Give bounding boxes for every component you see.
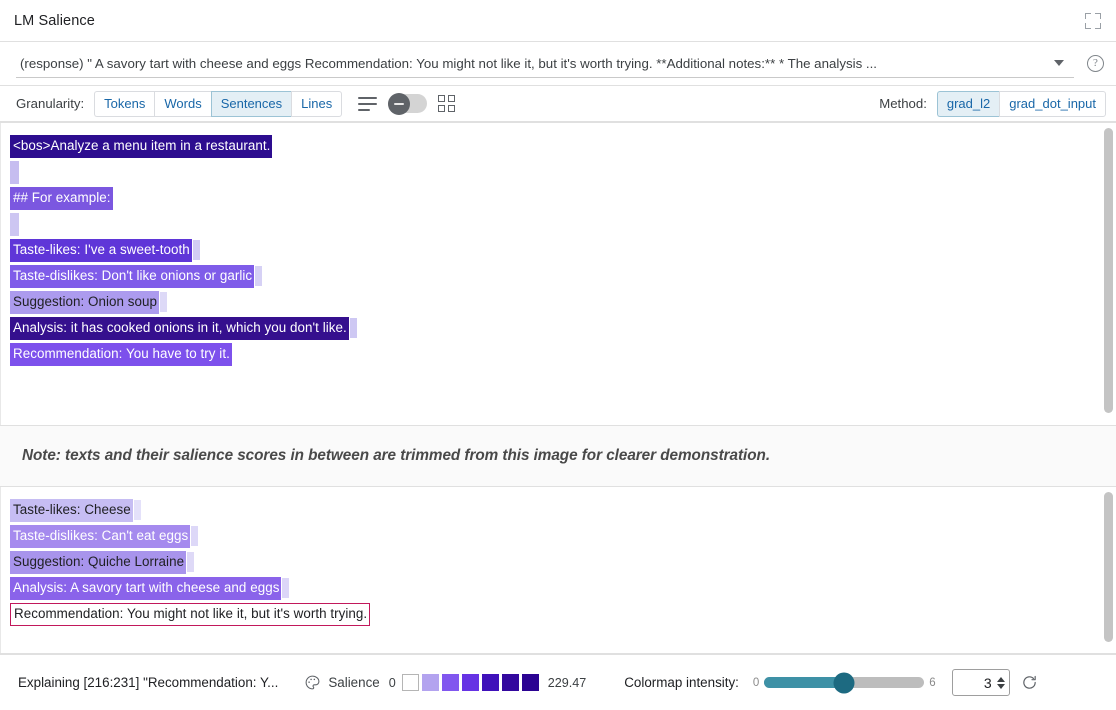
salience-gap-chip[interactable] — [282, 578, 289, 598]
slider-min-label: 0 — [753, 677, 759, 689]
salience-statusbar: Explaining [216:231] "Recommendation: Y.… — [0, 654, 1116, 710]
salience-gap-chip[interactable] — [160, 292, 167, 312]
grid-view-icon[interactable] — [438, 95, 455, 112]
response-select-value: (response) " A savory tart with cheese a… — [16, 56, 1046, 71]
method-option-grad-dot-input[interactable]: grad_dot_input — [999, 91, 1106, 117]
trim-note: Note: texts and their salience scores in… — [22, 447, 770, 465]
salience-row[interactable]: <bos>Analyze a menu item in a restaurant… — [10, 133, 1116, 159]
list-lines-icon[interactable] — [358, 97, 377, 111]
salience-text-chip[interactable]: Analysis: it has cooked onions in it, wh… — [10, 317, 349, 340]
colormap-intensity-label: Colormap intensity: — [624, 675, 739, 690]
expand-fullscreen-icon[interactable] — [1084, 12, 1102, 30]
salience-panel-top: <bos>Analyze a menu item in a restaurant… — [0, 122, 1116, 426]
salience-row[interactable]: Recommendation: You have to try it. — [10, 341, 1116, 367]
help-circle-icon[interactable]: ? — [1087, 55, 1104, 72]
legend-max-value: 229.47 — [548, 676, 587, 690]
salience-text-chip[interactable] — [10, 161, 19, 184]
salience-row[interactable]: Taste-dislikes: Can't eat eggs — [10, 523, 1116, 549]
colormap-intensity-stepper[interactable]: 3 — [952, 669, 1010, 696]
salience-text-chip[interactable]: Taste-likes: I've a sweet-tooth — [10, 239, 192, 262]
scrollbar-vertical-top[interactable] — [1104, 128, 1113, 420]
salience-row[interactable]: Analysis: A savory tart with cheese and … — [10, 575, 1116, 601]
legend-swatch — [482, 674, 499, 691]
salience-text-chip[interactable]: Taste-dislikes: Can't eat eggs — [10, 525, 190, 548]
method-group: Method: grad_l2 grad_dot_input — [879, 91, 1106, 117]
salience-gap-chip[interactable] — [255, 266, 262, 286]
salience-row[interactable]: Taste-likes: I've a sweet-tooth — [10, 237, 1116, 263]
colormap-intensity-slider[interactable] — [764, 677, 924, 688]
salience-text-chip[interactable]: <bos>Analyze a menu item in a restaurant… — [10, 135, 272, 158]
legend-min-value: 0 — [389, 676, 396, 690]
salience-text-chip[interactable]: Analysis: A savory tart with cheese and … — [10, 577, 281, 600]
salience-gap-chip[interactable] — [187, 552, 194, 572]
granularity-option-words[interactable]: Words — [154, 91, 210, 117]
method-option-grad-l2[interactable]: grad_l2 — [937, 91, 999, 117]
panel-left-rule — [0, 123, 1, 425]
salience-row-list-top: <bos>Analyze a menu item in a restaurant… — [0, 123, 1116, 373]
chevron-down-icon[interactable] — [1054, 60, 1064, 66]
slider-fill — [764, 677, 844, 688]
salience-legend-label: Salience — [328, 675, 379, 690]
legend-swatch — [402, 674, 419, 691]
slider-thumb[interactable] — [834, 672, 855, 693]
method-label: Method: — [879, 96, 927, 111]
toggle-switch-off-icon[interactable] — [388, 94, 427, 113]
granularity-option-sentences[interactable]: Sentences — [211, 91, 291, 117]
salience-row[interactable]: Taste-dislikes: Don't like onions or gar… — [10, 263, 1116, 289]
response-selector-row: (response) " A savory tart with cheese a… — [0, 42, 1116, 86]
scrollbar-thumb[interactable] — [1104, 128, 1113, 413]
salience-gap-chip[interactable] — [191, 526, 198, 546]
salience-row[interactable]: Suggestion: Quiche Lorraine — [10, 549, 1116, 575]
salience-row[interactable]: Suggestion: Onion soup — [10, 289, 1116, 315]
legend-swatch — [522, 674, 539, 691]
salience-row[interactable]: Analysis: it has cooked onions in it, wh… — [10, 315, 1116, 341]
granularity-option-tokens[interactable]: Tokens — [94, 91, 154, 117]
granularity-option-lines[interactable]: Lines — [291, 91, 342, 117]
salience-text-chip[interactable]: Suggestion: Quiche Lorraine — [10, 551, 186, 574]
salience-panel-bottom: Taste-likes: Cheese Taste-dislikes: Can't… — [0, 486, 1116, 654]
salience-row[interactable]: Recommendation: You might not like it, b… — [10, 601, 1116, 627]
stepper-value: 3 — [984, 675, 992, 691]
salience-row[interactable]: ## For example: — [10, 185, 1116, 211]
salience-row[interactable]: Taste-likes: Cheese — [10, 497, 1116, 523]
salience-gap-chip[interactable] — [134, 500, 141, 520]
salience-text-chip[interactable] — [10, 213, 19, 236]
scrollbar-thumb[interactable] — [1104, 492, 1113, 642]
method-segmented-control: grad_l2 grad_dot_input — [937, 91, 1106, 117]
response-select[interactable]: (response) " A savory tart with cheese a… — [16, 50, 1074, 78]
legend-swatch — [442, 674, 459, 691]
granularity-label: Granularity: — [16, 96, 84, 111]
salience-text-chip[interactable]: Taste-likes: Cheese — [10, 499, 133, 522]
scrollbar-vertical-bottom[interactable] — [1104, 492, 1113, 648]
salience-gap-chip[interactable] — [193, 240, 200, 260]
note-band: Note: texts and their salience scores in… — [0, 426, 1116, 486]
legend-swatch — [502, 674, 519, 691]
page-title: LM Salience — [14, 13, 95, 29]
salience-toolbar: Granularity: Tokens Words Sentences Line… — [0, 86, 1116, 122]
explaining-target-label: Explaining [216:231] "Recommendation: Y.… — [18, 675, 278, 690]
toolbar-icon-group — [358, 94, 455, 113]
salience-colormap-legend — [402, 674, 542, 691]
salience-gap-chip[interactable] — [350, 318, 357, 338]
salience-text-chip[interactable]: Recommendation: You have to try it. — [10, 343, 232, 366]
color-palette-icon — [304, 674, 321, 691]
slider-max-label: 6 — [929, 677, 935, 689]
salience-text-chip[interactable]: Recommendation: You might not like it, b… — [10, 603, 370, 626]
legend-swatch — [462, 674, 479, 691]
reset-circular-arrow-icon[interactable] — [1021, 674, 1038, 691]
salience-text-chip[interactable]: ## For example: — [10, 187, 113, 210]
salience-text-chip[interactable]: Suggestion: Onion soup — [10, 291, 159, 314]
lm-salience-module: LM Salience (response) " A savory tart w… — [0, 0, 1116, 710]
salience-row-list-bottom: Taste-likes: Cheese Taste-dislikes: Can't… — [0, 487, 1116, 633]
granularity-segmented-control: Tokens Words Sentences Lines — [94, 91, 342, 117]
salience-text-chip[interactable]: Taste-dislikes: Don't like onions or gar… — [10, 265, 254, 288]
salience-row[interactable] — [10, 159, 1116, 185]
salience-row[interactable] — [10, 211, 1116, 237]
panel-left-rule — [0, 487, 1, 653]
module-titlebar: LM Salience — [0, 0, 1116, 42]
stepper-arrows[interactable] — [997, 677, 1005, 689]
legend-swatch — [422, 674, 439, 691]
